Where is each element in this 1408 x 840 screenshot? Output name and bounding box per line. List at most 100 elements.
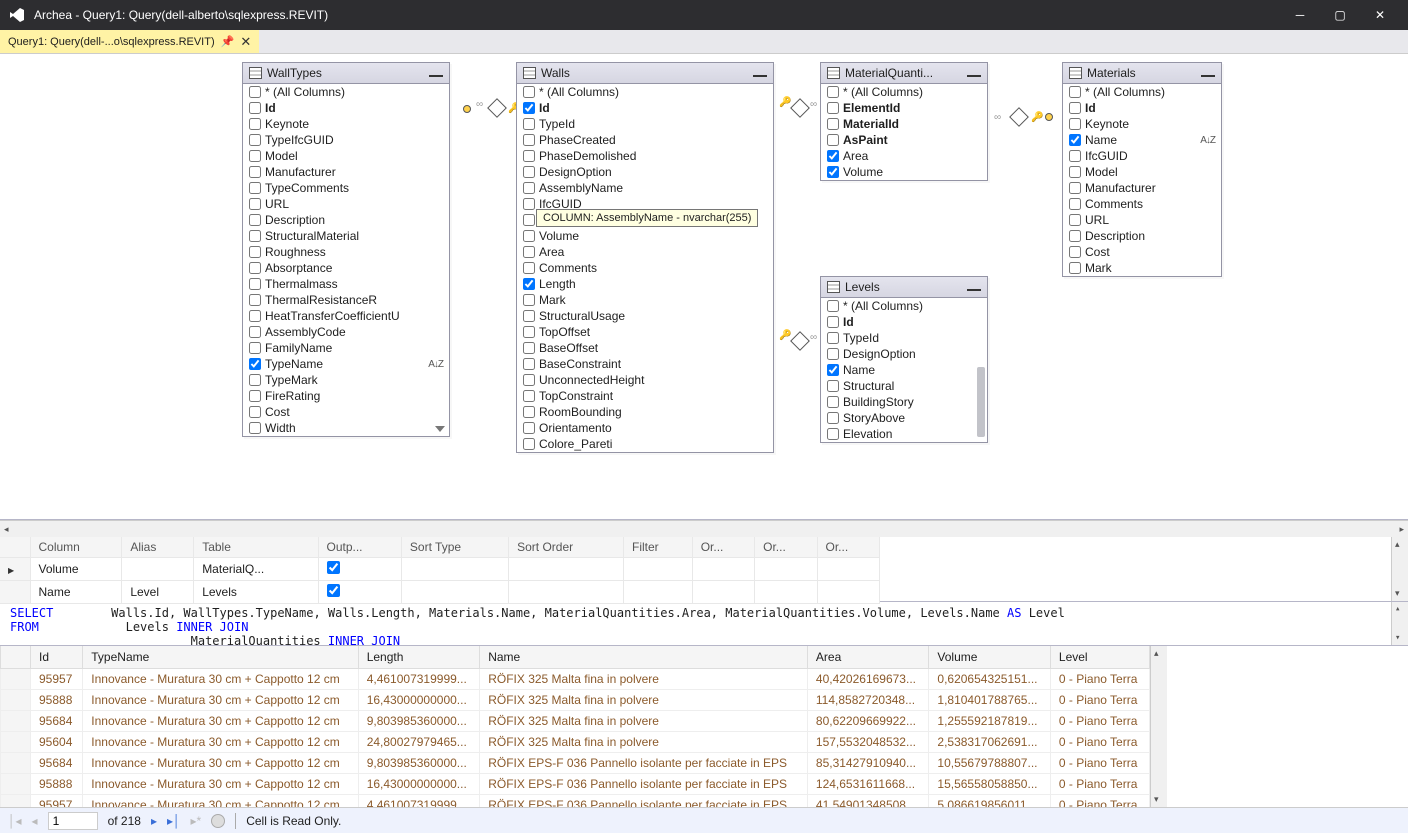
criteria-cell[interactable] [817, 581, 879, 604]
column-row[interactable]: MaterialId [821, 116, 987, 132]
column-row[interactable]: Description [1063, 228, 1221, 244]
results-cell[interactable]: 85,31427910940... [807, 753, 929, 774]
column-checkbox[interactable] [1069, 86, 1081, 98]
column-checkbox[interactable] [827, 166, 839, 178]
column-row[interactable]: DesignOption [821, 346, 987, 362]
column-row[interactable]: Mark [1063, 260, 1221, 276]
column-checkbox[interactable] [1069, 214, 1081, 226]
results-header[interactable]: Level [1050, 646, 1149, 669]
criteria-header[interactable]: Or... [817, 537, 879, 558]
column-checkbox[interactable] [827, 134, 839, 146]
nav-prev-button[interactable]: ◂ [32, 814, 38, 828]
column-row[interactable]: BaseConstraint [517, 356, 773, 372]
results-cell[interactable]: 80,62209669922... [807, 711, 929, 732]
results-cell[interactable]: 95957 [31, 795, 83, 808]
row-selector[interactable] [1, 795, 31, 808]
column-checkbox[interactable] [1069, 102, 1081, 114]
criteria-pane[interactable]: ColumnAliasTableOutp...Sort TypeSort Ord… [0, 537, 1408, 602]
column-checkbox[interactable] [827, 102, 839, 114]
column-row[interactable]: AssemblyName [517, 180, 773, 196]
column-row[interactable]: Thermalmass [243, 276, 449, 292]
criteria-cell[interactable] [624, 581, 693, 604]
nav-new-button[interactable]: ▸* [191, 814, 202, 828]
results-row[interactable]: 95957Innovance - Muratura 30 cm + Cappot… [1, 669, 1150, 690]
dropdown-arrow-icon[interactable] [435, 426, 445, 432]
results-cell[interactable]: 95604 [31, 732, 83, 753]
minimize-icon[interactable] [753, 74, 767, 77]
column-checkbox[interactable] [827, 332, 839, 344]
criteria-cell[interactable] [755, 581, 817, 604]
column-row[interactable]: Volume [821, 164, 987, 180]
table-header[interactable]: Materials [1063, 63, 1221, 84]
column-checkbox[interactable] [249, 310, 261, 322]
column-checkbox[interactable] [523, 246, 535, 258]
column-row[interactable]: Id [1063, 100, 1221, 116]
column-row[interactable]: FireRating [243, 388, 449, 404]
results-vscroll[interactable] [1150, 646, 1167, 807]
column-row[interactable]: Orientamento [517, 420, 773, 436]
column-checkbox[interactable] [249, 86, 261, 98]
column-checkbox[interactable] [523, 310, 535, 322]
results-cell[interactable]: 0 - Piano Terra [1050, 795, 1149, 808]
row-selector[interactable] [1, 732, 31, 753]
maximize-button[interactable]: ▢ [1320, 0, 1360, 30]
criteria-cell[interactable] [509, 581, 624, 604]
relation-diamond-icon[interactable] [487, 98, 507, 118]
criteria-header[interactable]: Sort Order [509, 537, 624, 558]
results-cell[interactable]: 9,803985360000... [358, 753, 480, 774]
column-row[interactable]: * (All Columns) [821, 84, 987, 100]
column-row[interactable]: Id [243, 100, 449, 116]
results-row[interactable]: 95684Innovance - Muratura 30 cm + Cappot… [1, 753, 1150, 774]
column-checkbox[interactable] [249, 198, 261, 210]
column-row[interactable]: BaseOffset [517, 340, 773, 356]
column-row[interactable]: FamilyName [243, 340, 449, 356]
column-checkbox[interactable] [249, 246, 261, 258]
column-checkbox[interactable] [249, 294, 261, 306]
column-row[interactable]: Elevation [821, 426, 987, 442]
pin-icon[interactable]: 📌 [221, 35, 235, 48]
column-checkbox[interactable] [249, 102, 261, 114]
column-row[interactable]: AssemblyCode [243, 324, 449, 340]
minimize-icon[interactable] [967, 288, 981, 291]
results-cell[interactable]: 41,54901348508... [807, 795, 929, 808]
results-cell[interactable]: Innovance - Muratura 30 cm + Cappotto 12… [83, 711, 358, 732]
table-materials[interactable]: Materials * (All Columns)IdKeynoteNameA↓… [1062, 62, 1222, 277]
column-checkbox[interactable] [523, 326, 535, 338]
nav-last-button[interactable]: ▸│ [167, 814, 181, 828]
results-cell[interactable]: 95888 [31, 690, 83, 711]
diagram-hscroll[interactable]: ◂▸ [0, 520, 1408, 537]
criteria-output[interactable] [318, 581, 401, 604]
results-cell[interactable]: 24,80027979465... [358, 732, 480, 753]
relation-diamond-icon[interactable] [790, 331, 810, 351]
results-cell[interactable]: 0 - Piano Terra [1050, 753, 1149, 774]
column-row[interactable]: Width [243, 420, 449, 436]
column-checkbox[interactable] [523, 406, 535, 418]
column-row[interactable]: Manufacturer [1063, 180, 1221, 196]
column-checkbox[interactable] [523, 262, 535, 274]
column-row[interactable]: StructuralUsage [517, 308, 773, 324]
column-row[interactable]: TypeNameA↓Z [243, 356, 449, 372]
close-button[interactable]: ✕ [1360, 0, 1400, 30]
column-checkbox[interactable] [1069, 182, 1081, 194]
relation-diamond-icon[interactable] [1009, 107, 1029, 127]
results-row[interactable]: 95604Innovance - Muratura 30 cm + Cappot… [1, 732, 1150, 753]
results-cell[interactable]: 157,5532048532... [807, 732, 929, 753]
criteria-cell[interactable] [692, 558, 754, 581]
results-cell[interactable]: 114,8582720348... [807, 690, 929, 711]
column-row[interactable]: Id [517, 100, 773, 116]
column-row[interactable]: TypeId [821, 330, 987, 346]
column-checkbox[interactable] [249, 278, 261, 290]
results-cell[interactable]: 0 - Piano Terra [1050, 774, 1149, 795]
criteria-row[interactable]: NameLevelLevels [0, 581, 880, 604]
column-checkbox[interactable] [249, 150, 261, 162]
column-row[interactable]: ThermalResistanceR [243, 292, 449, 308]
minimize-icon[interactable] [429, 74, 443, 77]
row-selector[interactable] [1, 711, 31, 732]
column-row[interactable]: Model [243, 148, 449, 164]
criteria-cell[interactable] [817, 558, 879, 581]
table-header[interactable]: MaterialQuanti... [821, 63, 987, 84]
column-row[interactable]: Roughness [243, 244, 449, 260]
results-cell[interactable]: 15,56558058850... [929, 774, 1051, 795]
column-checkbox[interactable] [1069, 230, 1081, 242]
column-row[interactable]: URL [1063, 212, 1221, 228]
